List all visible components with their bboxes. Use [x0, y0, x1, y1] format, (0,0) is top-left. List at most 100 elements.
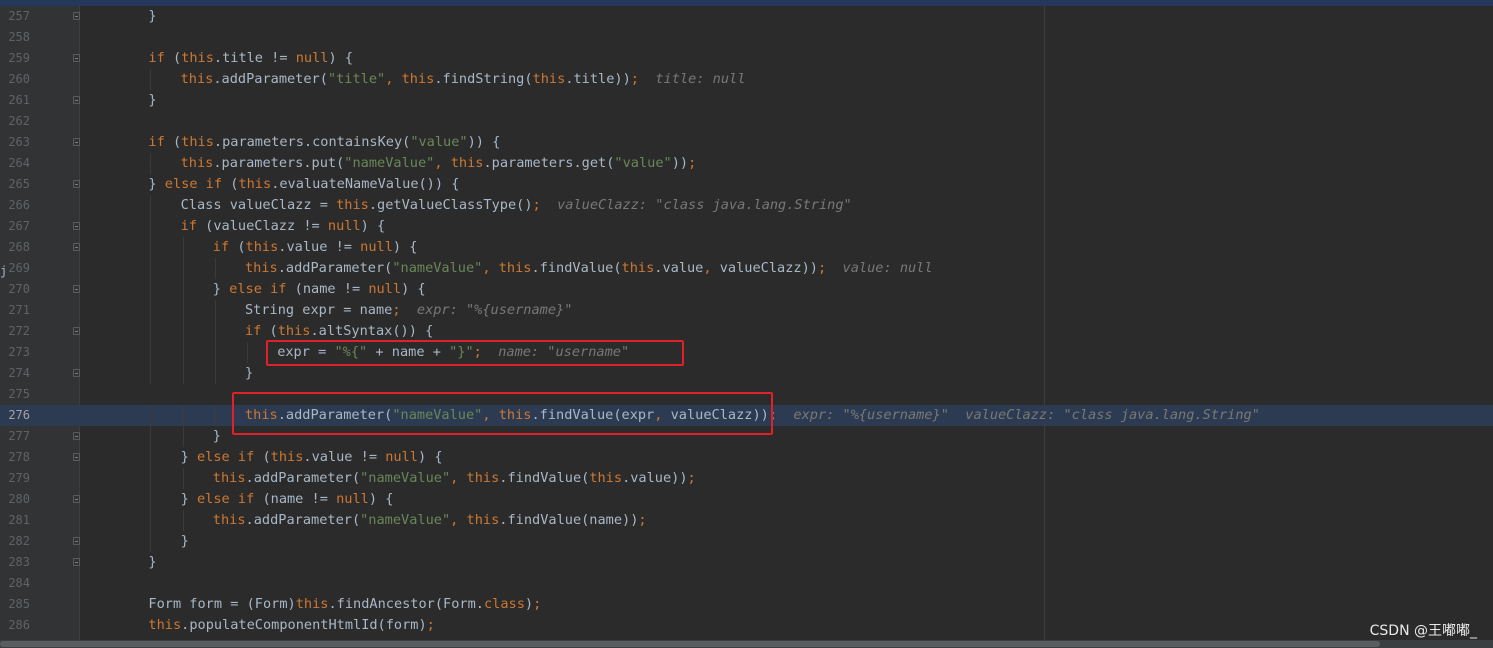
- line-number[interactable]: 265: [0, 177, 30, 191]
- code-text[interactable]: }: [148, 6, 156, 27]
- code-line-258[interactable]: 258: [0, 27, 1493, 48]
- code-text[interactable]: }: [181, 531, 189, 552]
- fold-marker-icon[interactable]: [73, 327, 80, 335]
- code-text[interactable]: this.addParameter("nameValue", this.find…: [245, 258, 933, 279]
- code-line-260[interactable]: 260 this.addParameter("title", this.findS…: [0, 69, 1493, 90]
- line-number[interactable]: 274: [0, 366, 30, 380]
- code-line-279[interactable]: 279 this.addParameter("nameValue", this.f…: [0, 468, 1493, 489]
- code-line-270[interactable]: 270 } else if (name != null) {: [0, 279, 1493, 300]
- fold-marker-icon[interactable]: [73, 96, 80, 104]
- line-number[interactable]: 262: [0, 114, 30, 128]
- code-text[interactable]: } else if (this.value != null) {: [181, 447, 443, 468]
- code-text[interactable]: this.addParameter("nameValue", this.find…: [213, 510, 647, 531]
- code-line-283[interactable]: 283}: [0, 552, 1493, 573]
- line-number[interactable]: 259: [0, 51, 30, 65]
- line-number[interactable]: 286: [0, 618, 30, 632]
- line-number[interactable]: 275: [0, 387, 30, 401]
- line-number[interactable]: 267: [0, 219, 30, 233]
- code-line-271[interactable]: 271 String expr = name; expr: "%{username…: [0, 300, 1493, 321]
- line-number[interactable]: 282: [0, 534, 30, 548]
- fold-marker-icon[interactable]: [73, 54, 80, 62]
- code-text[interactable]: }: [213, 426, 221, 447]
- code-text[interactable]: }: [245, 363, 253, 384]
- code-line-257[interactable]: 257}: [0, 6, 1493, 27]
- code-text[interactable]: }: [148, 552, 156, 573]
- line-number[interactable]: 258: [0, 30, 30, 44]
- code-line-274[interactable]: 274}: [0, 363, 1493, 384]
- line-number[interactable]: 284: [0, 576, 30, 590]
- fold-marker-icon[interactable]: [73, 12, 80, 20]
- line-number[interactable]: 260: [0, 72, 30, 86]
- line-number[interactable]: 285: [0, 597, 30, 611]
- code-line-268[interactable]: 268 if (this.value != null) {: [0, 237, 1493, 258]
- line-number[interactable]: 280: [0, 492, 30, 506]
- line-number[interactable]: 278: [0, 450, 30, 464]
- indent-guide: [182, 468, 184, 489]
- line-number[interactable]: 283: [0, 555, 30, 569]
- fold-marker-icon[interactable]: [73, 432, 80, 440]
- code-text[interactable]: if (this.parameters.containsKey("value")…: [148, 132, 500, 153]
- code-line-262[interactable]: 262: [0, 111, 1493, 132]
- line-number[interactable]: 268: [0, 240, 30, 254]
- code-line-269[interactable]: 269 this.addParameter("nameValue", this.f…: [0, 258, 1493, 279]
- line-number[interactable]: 273: [0, 345, 30, 359]
- code-line-263[interactable]: 263 if (this.parameters.containsKey("valu…: [0, 132, 1493, 153]
- code-text[interactable]: String expr = name; expr: "%{username}": [245, 300, 572, 321]
- line-number[interactable]: 264: [0, 156, 30, 170]
- code-line-284[interactable]: 284: [0, 573, 1493, 594]
- code-text[interactable]: this.addParameter("nameValue", this.find…: [213, 468, 696, 489]
- fold-marker-icon[interactable]: [73, 180, 80, 188]
- fold-marker-icon[interactable]: [73, 243, 80, 251]
- fold-marker-icon[interactable]: [73, 222, 80, 230]
- code-token: else if: [196, 491, 255, 507]
- code-line-265[interactable]: 265 } else if (this.evaluateNameValue()) …: [0, 174, 1493, 195]
- code-text[interactable]: this.addParameter("title", this.findStri…: [181, 69, 746, 90]
- code-line-281[interactable]: 281 this.addParameter("nameValue", this.f…: [0, 510, 1493, 531]
- code-line-280[interactable]: 280 } else if (name != null) {: [0, 489, 1493, 510]
- line-number[interactable]: 276: [0, 408, 30, 422]
- horizontal-scrollbar-thumb[interactable]: [0, 641, 1380, 647]
- line-number[interactable]: 263: [0, 135, 30, 149]
- code-line-282[interactable]: 282}: [0, 531, 1493, 552]
- code-line-272[interactable]: 272 if (this.altSyntax()) {: [0, 321, 1493, 342]
- code-line-266[interactable]: 266 Class valueClazz = this.getValueClass…: [0, 195, 1493, 216]
- line-number[interactable]: 266: [0, 198, 30, 212]
- line-number[interactable]: 269: [0, 261, 30, 275]
- fold-marker-icon[interactable]: [73, 369, 80, 377]
- line-number[interactable]: 281: [0, 513, 30, 527]
- code-line-259[interactable]: 259 if (this.title != null) {: [0, 48, 1493, 69]
- code-editor[interactable]: 257} 258 259 if (this.title != null) { 260 th…: [0, 6, 1493, 636]
- code-line-285[interactable]: 285 Form form = (Form)this.findAncestor(F…: [0, 594, 1493, 615]
- code-text[interactable]: this.populateComponentHtmlId(form);: [148, 615, 434, 636]
- line-number[interactable]: 270: [0, 282, 30, 296]
- line-number[interactable]: 261: [0, 93, 30, 107]
- fold-marker-icon[interactable]: [73, 495, 80, 503]
- line-number[interactable]: 257: [0, 9, 30, 23]
- code-line-261[interactable]: 261}: [0, 90, 1493, 111]
- line-number[interactable]: 279: [0, 471, 30, 485]
- code-line-278[interactable]: 278 } else if (this.value != null) {: [0, 447, 1493, 468]
- fold-marker-icon[interactable]: [73, 537, 80, 545]
- code-text[interactable]: Form form = (Form)this.findAncestor(Form…: [148, 594, 541, 615]
- code-text[interactable]: Class valueClazz = this.getValueClassTyp…: [181, 195, 852, 216]
- fold-marker-icon[interactable]: [73, 285, 80, 293]
- code-text[interactable]: if (this.value != null) {: [213, 237, 418, 258]
- line-number[interactable]: 272: [0, 324, 30, 338]
- code-text[interactable]: } else if (name != null) {: [181, 489, 394, 510]
- code-line-286[interactable]: 286 this.populateComponentHtmlId(form);: [0, 615, 1493, 636]
- code-text[interactable]: this.parameters.put("nameValue", this.pa…: [181, 153, 697, 174]
- line-number[interactable]: 277: [0, 429, 30, 443]
- code-text[interactable]: if (valueClazz != null) {: [181, 216, 386, 237]
- code-line-267[interactable]: 267 if (valueClazz != null) {: [0, 216, 1493, 237]
- code-text[interactable]: } else if (name != null) {: [213, 279, 426, 300]
- code-line-264[interactable]: 264 this.parameters.put("nameValue", this…: [0, 153, 1493, 174]
- fold-marker-icon[interactable]: [73, 453, 80, 461]
- code-text[interactable]: }: [148, 90, 156, 111]
- fold-marker-icon[interactable]: [73, 138, 80, 146]
- code-text[interactable]: if (this.altSyntax()) {: [245, 321, 433, 342]
- fold-marker-icon[interactable]: [73, 558, 80, 566]
- code-text[interactable]: if (this.title != null) {: [148, 48, 353, 69]
- line-number[interactable]: 271: [0, 303, 30, 317]
- code-line-273[interactable]: 273 expr = "%{" + name + "}"; name: "user…: [0, 342, 1493, 363]
- code-text[interactable]: } else if (this.evaluateNameValue()) {: [148, 174, 459, 195]
